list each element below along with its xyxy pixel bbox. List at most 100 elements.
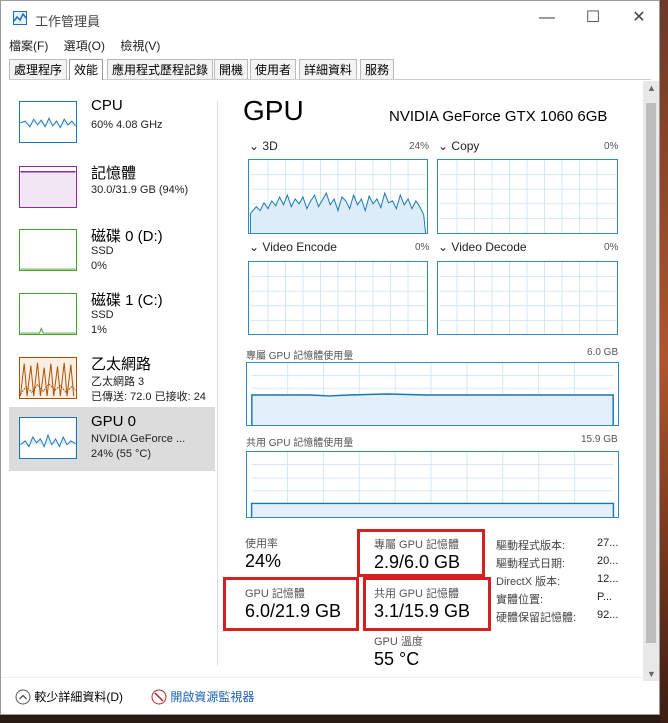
menu-bar: 檔案(F) 選項(O) 檢視(V): [9, 37, 172, 55]
dedicated-memory-graph: [246, 362, 619, 426]
tab-app-history[interactable]: 應用程式歷程記錄: [107, 59, 214, 79]
window-title: 工作管理員: [35, 14, 101, 29]
gpu-temperature-label: GPU 溫度: [374, 636, 423, 648]
sidebar-item-usage: 0%: [91, 260, 107, 272]
chevron-up-circle-icon: [15, 689, 31, 705]
scroll-up-icon[interactable]: ▲: [647, 83, 656, 93]
sidebar-item-type: SSD: [91, 309, 114, 321]
fewer-details-button[interactable]: 較少詳細資料(D): [15, 688, 123, 705]
sidebar-item-title: 記憶體: [91, 165, 137, 182]
footer-bar: 較少詳細資料(D) 開啟資源監視器: [1, 677, 659, 714]
gpu-temperature-value: 55 °C: [374, 649, 420, 669]
directx-version-value: 12...: [597, 573, 619, 585]
minimize-button[interactable]: —: [525, 5, 569, 31]
title-bar: 工作管理員 — ☐ ✕: [1, 1, 659, 35]
menu-options[interactable]: 選項(O): [64, 39, 105, 53]
dedicated-gpu-memory-label: 專屬 GPU 記憶體: [374, 539, 459, 551]
gpu-graph-icon: [19, 417, 77, 459]
engine-copy-pct: 0%: [604, 141, 619, 152]
engine-copy-graph: [437, 159, 618, 234]
sidebar-item-detail: 30.0/31.9 GB (94%): [91, 184, 189, 196]
shared-gpu-memory-label: 共用 GPU 記憶體: [374, 588, 459, 600]
task-manager-window: 工作管理員 — ☐ ✕ 檔案(F) 選項(O) 檢視(V) 處理程序 效能 應用…: [0, 0, 660, 715]
sidebar-item-disk1[interactable]: 磁碟 1 (C:) SSD 1%: [9, 287, 215, 349]
sidebar-item-detail: 60% 4.08 GHz: [91, 119, 163, 131]
driver-version-label: 驅動程式版本:: [496, 540, 566, 552]
sidebar-item-title: 磁碟 0 (D:): [91, 228, 163, 245]
physical-location-label: 實體位置:: [496, 594, 544, 606]
sidebar-item-usage: 24% (55 °C): [91, 448, 152, 460]
engine-video-encode-graph: [248, 261, 428, 335]
memory-graph-icon: [19, 166, 77, 208]
dedicated-memory-usage-label: 專屬 GPU 記憶體使用量: [246, 351, 354, 362]
driver-version-value: 27...: [597, 537, 619, 549]
tab-processes[interactable]: 處理程序: [9, 59, 68, 79]
tab-users[interactable]: 使用者: [250, 59, 297, 79]
chevron-down-icon: ⌄: [249, 240, 260, 254]
shared-memory-graph: [246, 451, 619, 518]
driver-date-value: 20...: [597, 555, 619, 567]
open-resource-monitor-link[interactable]: 開啟資源監視器: [151, 688, 254, 705]
disk-graph-icon: [19, 229, 77, 271]
sidebar-item-type: SSD: [91, 245, 114, 257]
engine-3d-label[interactable]: ⌄ 3D: [249, 139, 278, 153]
task-manager-app-icon: [13, 11, 27, 25]
scrollbar-thumb[interactable]: [646, 103, 656, 643]
sidebar-item-title: 磁碟 1 (C:): [91, 292, 163, 309]
dedicated-gpu-memory-value: 2.9/6.0 GB: [374, 552, 461, 572]
engine-label-text: Video Decode: [451, 240, 527, 254]
physical-location-value: P...: [597, 591, 613, 603]
disk-graph-icon: [19, 293, 77, 335]
sidebar-item-cpu[interactable]: CPU 60% 4.08 GHz: [9, 95, 215, 157]
sidebar-item-title: CPU: [91, 97, 123, 114]
fewer-details-label: 較少詳細資料(D): [34, 690, 124, 704]
resource-monitor-label: 開啟資源監視器: [170, 690, 255, 704]
chevron-down-icon: ⌄: [249, 139, 260, 153]
sidebar-item-title: 乙太網路: [91, 356, 152, 373]
reserved-memory-label: 硬體保留記憶體:: [496, 612, 577, 624]
sidebar-item-usage: 1%: [91, 324, 107, 336]
chevron-down-icon: ⌄: [438, 139, 449, 153]
maximize-button[interactable]: ☐: [571, 5, 615, 31]
engine-label-text: Copy: [451, 139, 480, 153]
tab-services[interactable]: 服務: [360, 59, 395, 79]
vertical-scrollbar[interactable]: ▲ ▼: [643, 81, 659, 681]
dedicated-memory-max: 6.0 GB: [587, 347, 619, 358]
performance-sidebar: CPU 60% 4.08 GHz 記憶體 30.0/31.9 GB (94%) …: [9, 95, 215, 655]
sidebar-item-title: GPU 0: [91, 413, 137, 430]
engine-video-decode-label[interactable]: ⌄ Video Decode: [438, 240, 527, 254]
tab-startup[interactable]: 開機: [214, 59, 249, 79]
tab-bar: 處理程序 效能 應用程式歷程記錄 開機 使用者 詳細資料 服務: [9, 59, 651, 80]
sidebar-item-disk0[interactable]: 磁碟 0 (D:) SSD 0%: [9, 223, 215, 285]
close-button[interactable]: ✕: [617, 5, 661, 31]
shared-memory-usage-label: 共用 GPU 記憶體使用量: [246, 438, 354, 449]
driver-date-label: 驅動程式日期:: [496, 558, 566, 570]
engine-3d-graph: [248, 159, 428, 234]
tab-details[interactable]: 詳細資料: [299, 59, 358, 79]
engine-video-encode-label[interactable]: ⌄ Video Encode: [249, 240, 337, 254]
engine-video-encode-pct: 0%: [415, 242, 430, 253]
gpu-memory-value: 6.0/21.9 GB: [245, 601, 342, 621]
sidebar-item-ethernet[interactable]: 乙太網路 乙太網路 3 已傳送: 72.0 已接收: 24: [9, 351, 215, 413]
gpu-model-name: NVIDIA GeForce GTX 1060 6GB: [389, 108, 608, 125]
page-title: GPU: [243, 95, 304, 126]
cpu-graph-icon: [19, 101, 77, 143]
chevron-down-icon: ⌄: [438, 240, 449, 254]
sidebar-item-gpu-model: NVIDIA GeForce ...: [91, 433, 186, 445]
gpu-memory-label: GPU 記憶體: [245, 588, 305, 600]
usage-value: 24%: [245, 551, 282, 571]
directx-version-label: DirectX 版本:: [496, 576, 561, 588]
menu-view[interactable]: 檢視(V): [120, 39, 160, 53]
tab-performance[interactable]: 效能: [69, 59, 104, 80]
usage-label: 使用率: [245, 538, 278, 550]
network-graph-icon: [19, 357, 77, 399]
menu-file[interactable]: 檔案(F): [9, 39, 48, 53]
resource-monitor-icon: [151, 689, 167, 705]
sidebar-item-gpu0[interactable]: GPU 0 NVIDIA GeForce ... 24% (55 °C): [9, 407, 215, 471]
reserved-memory-value: 92...: [597, 609, 619, 621]
panel-divider: [217, 101, 218, 666]
engine-label-text: 3D: [262, 139, 278, 153]
sidebar-item-memory[interactable]: 記憶體 30.0/31.9 GB (94%): [9, 160, 215, 222]
shared-gpu-memory-value: 3.1/15.9 GB: [374, 601, 471, 621]
engine-copy-label[interactable]: ⌄ Copy: [438, 139, 479, 153]
